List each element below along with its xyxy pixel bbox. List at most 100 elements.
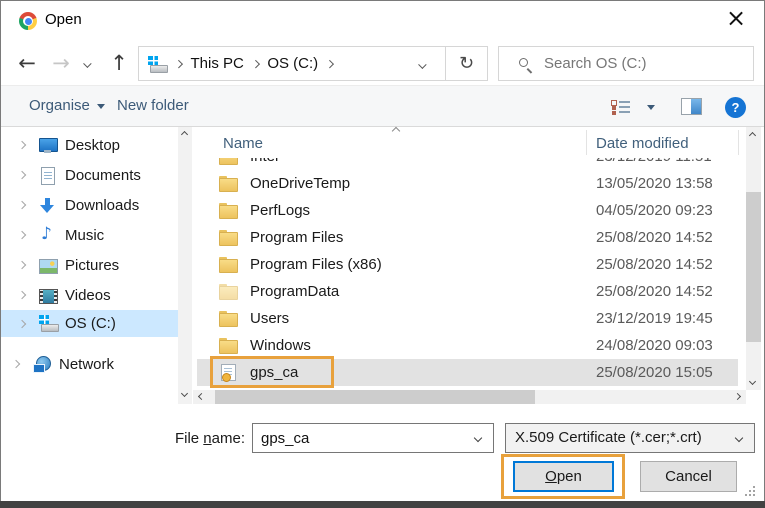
file-date-modified: 23/12/2019 11:51 [596, 158, 712, 165]
file-date-modified: 24/08/2020 09:03 [596, 337, 713, 354]
tree-expand-chevron-icon[interactable] [18, 141, 26, 149]
scroll-up-icon[interactable] [181, 131, 188, 138]
network-icon [33, 356, 52, 373]
close-button[interactable]: × [718, 3, 754, 35]
column-separator[interactable] [586, 130, 587, 155]
sidebar-item-videos[interactable]: Videos [1, 280, 178, 310]
file-name: ProgramData [250, 283, 339, 300]
file-row-programdata[interactable]: ProgramData 25/08/2020 14:52 [197, 278, 738, 305]
scroll-down-icon[interactable] [181, 390, 188, 397]
organise-caret-icon [97, 104, 105, 109]
breadcrumb-separator-icon[interactable] [175, 60, 183, 68]
music-icon [39, 227, 58, 244]
column-header-name[interactable]: Name [223, 135, 263, 152]
scroll-up-icon[interactable] [749, 132, 756, 139]
breadcrumb-item-this-pc[interactable]: This PC [191, 55, 244, 72]
help-button[interactable]: ? [725, 97, 746, 118]
address-dropdown-chevron-icon[interactable] [418, 61, 426, 69]
horizontal-scrollbar[interactable] [193, 390, 746, 404]
resize-grip[interactable] [745, 486, 757, 498]
file-date-modified: 25/08/2020 15:05 [596, 364, 713, 381]
sidebar-item-music[interactable]: Music [1, 220, 178, 250]
vertical-scrollbar[interactable] [746, 127, 761, 390]
desktop-icon [39, 137, 58, 154]
sidebar-item-desktop[interactable]: Desktop [1, 130, 178, 160]
file-date-modified: 25/08/2020 14:52 [596, 229, 713, 246]
breadcrumb-item-os-c[interactable]: OS (C:) [267, 55, 318, 72]
sidebar-item-network[interactable]: Network [1, 349, 178, 379]
file-name: Users [250, 310, 289, 327]
sidebar-item-downloads[interactable]: Downloads [1, 190, 178, 220]
documents-icon [39, 167, 58, 184]
tree-expand-chevron-icon[interactable] [18, 231, 26, 239]
sidebar-item-os-c[interactable]: OS (C:) [1, 310, 178, 337]
refresh-button[interactable]: ↻ [445, 47, 487, 80]
back-button[interactable]: ← [13, 49, 41, 77]
column-header-date-modified[interactable]: Date modified [596, 135, 689, 152]
folder-icon [219, 310, 238, 327]
view-options-chevron-icon[interactable] [647, 105, 655, 110]
sidebar-scrollbar[interactable] [178, 127, 192, 404]
folder-icon [219, 202, 238, 219]
breadcrumb-separator-icon[interactable] [252, 60, 260, 68]
forward-button[interactable]: → [47, 49, 75, 77]
file-date-modified: 13/05/2020 13:58 [596, 175, 713, 192]
window-title: Open [45, 11, 82, 28]
file-name: PerfLogs [250, 202, 310, 219]
file-name: Windows [250, 337, 311, 354]
preview-pane-icon[interactable] [681, 98, 702, 115]
file-row-program-files[interactable]: Program Files 25/08/2020 14:52 [197, 224, 738, 251]
sidebar-item-label: Desktop [65, 137, 120, 154]
cancel-button[interactable]: Cancel [640, 461, 737, 492]
recent-locations-chevron-icon[interactable] [84, 60, 92, 68]
details-view-icon[interactable] [611, 99, 631, 115]
folder-icon [219, 229, 238, 246]
file-date-modified: 25/08/2020 14:52 [596, 283, 713, 300]
window-bottom-border [0, 501, 765, 508]
column-separator[interactable] [738, 130, 739, 155]
sort-ascending-icon [392, 127, 400, 135]
file-name: OneDriveTemp [250, 175, 350, 192]
file-name: Program Files (x86) [250, 256, 382, 273]
search-input[interactable] [544, 48, 744, 79]
file-name-input[interactable] [254, 425, 469, 451]
scroll-down-icon[interactable] [749, 378, 756, 385]
list-header: Name Date modified [193, 127, 746, 158]
scroll-right-icon[interactable] [734, 393, 741, 400]
file-row-program-files-x86[interactable]: Program Files (x86) 25/08/2020 14:52 [197, 251, 738, 278]
tree-expand-chevron-icon[interactable] [18, 171, 26, 179]
organise-button[interactable]: Organise [29, 86, 105, 126]
file-row-onedrivetemp[interactable]: OneDriveTemp 13/05/2020 13:58 [197, 170, 738, 197]
main-area: Desktop Documents Downloads Music Pictur… [1, 127, 764, 404]
file-name: Program Files [250, 229, 343, 246]
videos-icon [39, 287, 58, 304]
search-box [498, 46, 754, 81]
folder-faded-icon [219, 283, 238, 300]
sidebar-item-label: Downloads [65, 197, 139, 214]
file-type-dropdown[interactable]: X.509 Certificate (*.cer;*.crt) [505, 423, 755, 453]
folder-icon [219, 337, 238, 354]
file-row-users[interactable]: Users 23/12/2019 19:45 [197, 305, 738, 332]
scroll-left-icon[interactable] [198, 393, 205, 400]
drive-icon [148, 56, 167, 72]
new-folder-button[interactable]: New folder [117, 86, 189, 126]
horizontal-scrollbar-thumb[interactable] [215, 390, 535, 404]
sidebar-item-label: OS (C:) [65, 315, 116, 332]
sidebar-item-documents[interactable]: Documents [1, 160, 178, 190]
tree-expand-chevron-icon[interactable] [18, 261, 26, 269]
tree-expand-chevron-icon[interactable] [18, 319, 26, 327]
tree-expand-chevron-icon[interactable] [18, 291, 26, 299]
tree-expand-chevron-icon[interactable] [18, 201, 26, 209]
file-row-perflogs[interactable]: PerfLogs 04/05/2020 09:23 [197, 197, 738, 224]
up-button[interactable]: ↑ [105, 49, 133, 77]
file-type-dropdown-chevron-icon [735, 434, 743, 442]
breadcrumb-separator-icon[interactable] [326, 60, 334, 68]
sidebar-item-pictures[interactable]: Pictures [1, 250, 178, 280]
vertical-scrollbar-thumb[interactable] [746, 192, 761, 342]
file-name-dropdown-chevron-icon[interactable] [474, 434, 482, 442]
tree-expand-chevron-icon[interactable] [12, 360, 20, 368]
file-row-intel[interactable]: Intel 23/12/2019 11:51 [197, 158, 738, 170]
sidebar-item-label: Pictures [65, 257, 119, 274]
file-row-windows[interactable]: Windows 24/08/2020 09:03 [197, 332, 738, 359]
open-file-dialog: Open × ← → ↑ This PC OS (C:) ↻ Organise … [0, 0, 765, 508]
